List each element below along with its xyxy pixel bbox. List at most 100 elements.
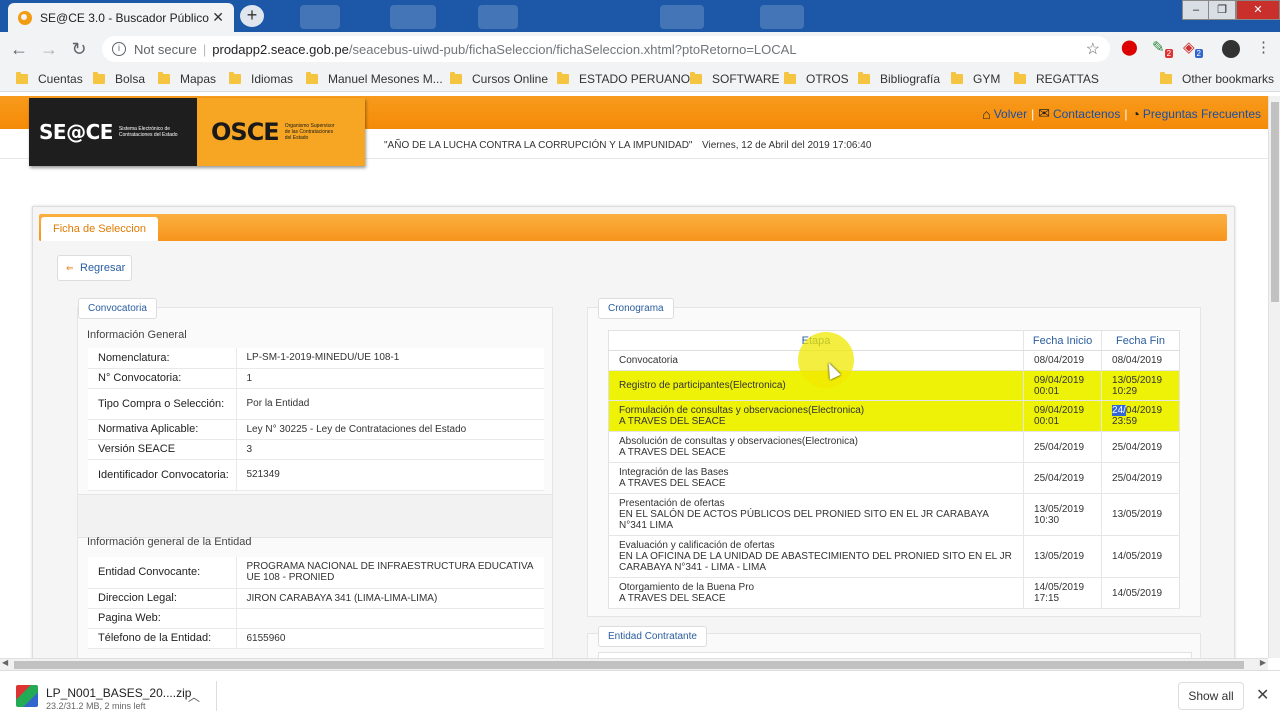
bookmark-item[interactable]: Bolsa [93,72,145,86]
blurred-background-icon [478,5,518,29]
field-label: Pagina Web: [88,608,236,629]
etapa-lugar: A TRAVES DEL SEACE [619,593,726,604]
table-row: Integración de las Bases A TRAVES DEL SEA… [608,462,1180,494]
field-value: PROGRAMA NACIONAL DE INFRAESTRUCTURA EDU… [235,557,544,589]
forward-arrow-icon[interactable]: → [34,39,64,60]
section-spacer [78,494,552,538]
bookmark-item[interactable]: Bibliografía [858,72,940,86]
fecha-fin-rest: 04/2019 [1125,405,1163,416]
regresar-label: Regresar [80,262,126,274]
browser-tab[interactable]: SE@CE 3.0 - Buscador Público ✕ [8,3,234,32]
fecha-fin-cell: 24/04/2019 23:59 [1101,400,1180,432]
opera-extension-icon[interactable]: ⬤ [1121,38,1138,56]
scrollbar-thumb[interactable] [1271,102,1279,302]
etapa-cell: Evaluación y calificación de ofertas EN L… [608,535,1024,578]
link-separator: | [1124,106,1128,121]
table-row: Direccion Legal: JIRON CARABAYA 341 (LIMA… [88,588,544,609]
field-value: 6155960 [235,628,544,649]
site-logo[interactable]: SE@CE Sistema Electrónico de Contratacio… [29,98,365,166]
bookmark-item[interactable]: REGATTAS [1014,72,1099,86]
bookmarks-bar: Cuentas Bolsa Mapas Idiomas Manuel Meson… [0,66,1280,92]
cronograma-legend: Cronograma [598,298,674,319]
folder-icon [690,72,702,84]
folder-icon [16,72,28,84]
chevron-up-icon[interactable]: ︿ [188,688,200,705]
preguntas-frecuentes-link[interactable]: Preguntas Frecuentes [1143,107,1261,121]
etapa-name: Evaluación y calificación de ofertas [619,540,775,551]
menu-kebab-icon[interactable]: ⋮ [1256,38,1271,56]
regresar-button[interactable]: ⇐ Regresar [57,255,132,281]
bookmark-item[interactable]: Cursos Online [450,72,548,86]
tab-ficha-seleccion[interactable]: Ficha de Seleccion [41,217,158,241]
volver-link[interactable]: Volver [994,107,1027,121]
show-all-button[interactable]: Show all [1178,682,1244,710]
informacion-general-table: Nomenclatura: LP-SM-1-2019-MINEDU/UE 108-… [88,348,544,491]
etapa-name: Otorgamiento de la Buena Pro [619,582,755,593]
current-date: Viernes, 12 de Abril del 2019 17:06:40 [702,140,872,151]
bookmark-label: Mapas [180,72,217,86]
ficha-container: Ficha de Seleccion ⇐ Regresar Convocator… [32,206,1235,658]
extension-icon[interactable]: ✎ 2 [1152,38,1174,58]
folder-icon [951,72,963,84]
etapa-lugar: A TRAVES DEL SEACE [619,447,726,458]
extension-icon[interactable]: ◈ 2 [1183,38,1203,58]
folder-icon [557,72,569,84]
informacion-general-title: Información General [87,329,187,341]
etapa-cell: Otorgamiento de la Buena Pro A TRAVES DEL… [608,577,1024,609]
bookmark-item[interactable]: Cuentas [16,72,83,86]
table-row: Absolución de consultas y observaciones(… [608,431,1180,463]
table-row: Normativa Aplicable: Ley N° 30225 - Ley d… [88,419,544,440]
table-row: Télefono de la Entidad: 6155960 [88,628,544,649]
etapa-lugar: EN LA OFICINA DE LA UNIDAD DE ABASTECIMI… [619,551,1012,573]
close-icon[interactable]: ✕ [1256,685,1269,705]
minimize-icon[interactable]: – [1182,0,1210,20]
horizontal-scrollbar[interactable]: ◀ ▶ [0,658,1268,670]
download-shelf: LP_N001_BASES_20....zip 23.2/31.2 MB, 2 … [0,670,1280,720]
table-row: Evaluación y calificación de ofertas EN L… [608,535,1180,578]
bookmark-item[interactable]: ESTADO PERUANO [557,72,690,86]
bookmark-star-icon[interactable]: ☆ [1086,39,1100,59]
convocatoria-legend: Convocatoria [78,298,157,319]
table-row: Formulación de consultas y observaciones… [608,400,1180,432]
browser-toolbar: ← → ↻ i Not secure | prodapp2.seace.gob.… [0,32,1280,66]
info-icon[interactable]: i [112,42,126,56]
scrollbar-thumb[interactable] [14,661,1244,669]
blurred-background-icon [760,5,804,29]
bookmark-item[interactable]: SOFTWARE [690,72,780,86]
bookmark-label: Manuel Mesones M... [328,72,443,86]
scroll-right-arrow-icon[interactable]: ▶ [1260,658,1266,667]
cursor-highlight [798,332,854,388]
tab-close-icon[interactable]: ✕ [212,9,224,26]
folder-icon [784,72,796,84]
profile-avatar[interactable] [1222,40,1240,58]
scroll-left-arrow-icon[interactable]: ◀ [2,658,8,667]
bookmark-item[interactable]: Manuel Mesones M... [306,72,443,86]
field-label: N° Convocatoria: [88,368,236,389]
bookmark-item[interactable]: Idiomas [229,72,293,86]
contactenos-link[interactable]: Contactenos [1053,107,1120,121]
reload-icon[interactable]: ↻ [64,39,94,60]
address-bar[interactable]: i Not secure | prodapp2.seace.gob.pe /se… [102,36,1110,62]
table-row: Registro de participantes(Electronica) 0… [608,370,1180,401]
folder-icon [1160,72,1172,84]
folder-icon [306,72,318,84]
maximize-icon[interactable]: ❐ [1208,0,1236,20]
field-label: Normativa Aplicable: [88,419,236,440]
vertical-scrollbar[interactable] [1268,96,1280,658]
other-bookmarks[interactable]: Other bookmarks [1160,72,1274,86]
fecha-inicio-cell: 09/04/2019 00:01 [1023,370,1102,401]
tab-bar: Ficha de Seleccion [39,214,1227,241]
field-label: Tipo Compra o Selección: [88,388,236,420]
bookmark-item[interactable]: GYM [951,72,1000,86]
rss-icon: ◔ [1131,105,1140,122]
bookmark-item[interactable]: OTROS [784,72,849,86]
blurred-background-icon [390,5,436,29]
field-value: Ley N° 30225 - Ley de Contrataciones del… [235,419,544,440]
osce-logo-subtext: Organismo Supervisor de las Contratacion… [284,123,335,141]
bookmark-item[interactable]: Mapas [158,72,216,86]
selected-text: 24/ [1112,405,1126,416]
download-filename[interactable]: LP_N001_BASES_20....zip [46,686,191,700]
back-arrow-icon[interactable]: ← [4,39,34,60]
window-close-icon[interactable]: ✕ [1236,0,1280,20]
new-tab-button[interactable]: + [240,5,264,27]
